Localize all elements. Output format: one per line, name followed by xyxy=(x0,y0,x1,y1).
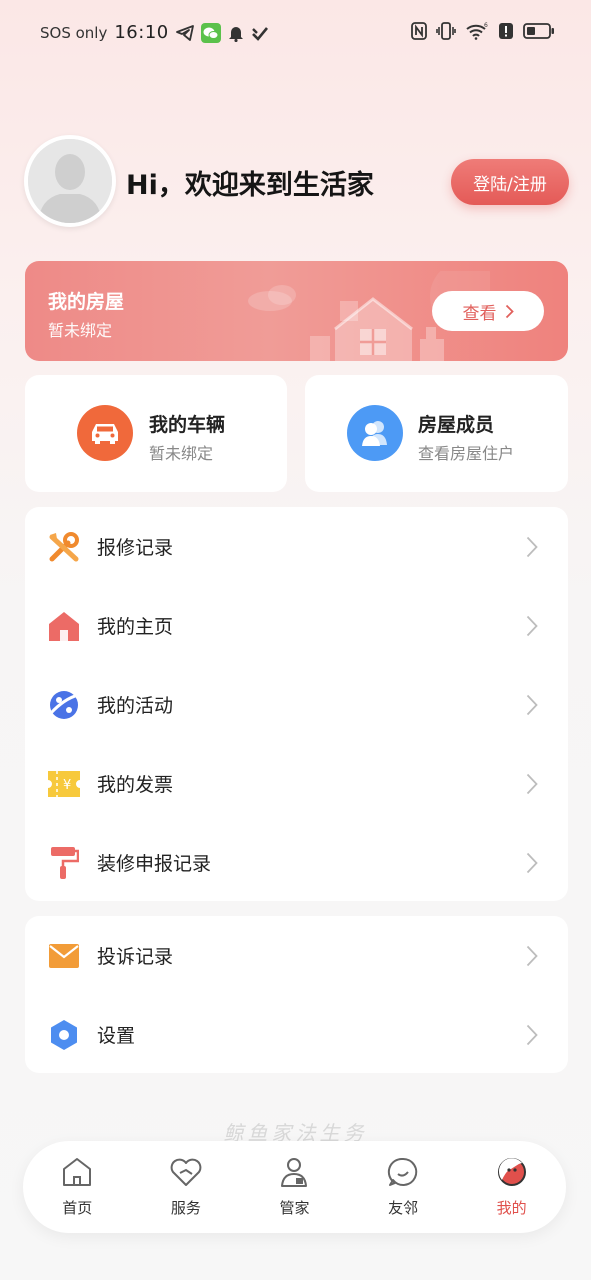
vibrate-icon xyxy=(436,22,456,40)
chevron-right-icon xyxy=(526,1024,538,1045)
wechat-icon xyxy=(200,22,221,43)
menu-label: 我的发票 xyxy=(97,774,174,796)
tab-service[interactable]: 服务 xyxy=(132,1141,241,1233)
menu-item-settings[interactable]: 设置 xyxy=(25,995,568,1074)
wifi-icon: 6 xyxy=(466,22,488,40)
me-tab-icon xyxy=(495,1155,529,1189)
battery-icon xyxy=(523,23,554,39)
tab-label: 服务 xyxy=(170,1199,201,1217)
mail-icon xyxy=(47,939,81,973)
house-status: 暂未绑定 xyxy=(48,321,113,340)
chevron-right-icon xyxy=(526,773,538,794)
members-icon xyxy=(347,405,403,461)
menu-item-my-homepage[interactable]: 我的主页 xyxy=(25,586,568,665)
profile-header: Hi，欢迎来到生活家 登陆/注册 xyxy=(24,135,569,227)
menu-label: 投诉记录 xyxy=(97,946,174,968)
home-tab-icon xyxy=(60,1155,94,1189)
tab-label: 友邻 xyxy=(388,1199,419,1217)
menu-label: 装修申报记录 xyxy=(97,853,212,875)
wrench-icon xyxy=(47,530,81,564)
chevron-right-icon xyxy=(526,615,538,636)
tab-label: 首页 xyxy=(62,1199,93,1217)
chevron-right-icon xyxy=(526,945,538,966)
view-label: 查看 xyxy=(462,303,497,324)
clock: 16:10 xyxy=(114,22,169,43)
my-house-card[interactable]: 我的房屋 暂未绑定 查看 xyxy=(25,261,568,361)
tab-butler[interactable]: 管家 xyxy=(240,1141,349,1233)
svg-text:6: 6 xyxy=(484,22,488,29)
chevron-right-icon xyxy=(526,694,538,715)
primary-menu: 报修记录 我的主页 我的活动 ¥ 我的发票 装修申报记录 xyxy=(25,507,568,901)
menu-item-renovation-records[interactable]: 装修申报记录 xyxy=(25,823,568,902)
greeting-title: Hi，欢迎来到生活家 xyxy=(126,170,374,201)
my-vehicle-card[interactable]: 我的车辆 暂未绑定 xyxy=(25,375,287,492)
car-icon xyxy=(77,405,133,461)
login-register-button[interactable]: 登陆/注册 xyxy=(451,159,569,205)
members-subtitle: 查看房屋住户 xyxy=(418,444,515,463)
check-icon xyxy=(251,26,268,41)
menu-label: 我的主页 xyxy=(97,616,174,638)
service-tab-icon xyxy=(169,1155,203,1189)
menu-label: 设置 xyxy=(97,1025,136,1047)
chevron-right-icon xyxy=(505,304,514,318)
home-icon xyxy=(47,609,81,643)
svg-text:¥: ¥ xyxy=(63,778,71,793)
members-title: 房屋成员 xyxy=(418,414,495,436)
telegram-icon xyxy=(175,24,194,41)
menu-item-my-activities[interactable]: 我的活动 xyxy=(25,665,568,744)
settings-icon xyxy=(47,1018,81,1052)
invoice-icon: ¥ xyxy=(47,767,81,801)
default-avatar-icon xyxy=(28,139,112,223)
butler-tab-icon xyxy=(277,1155,311,1189)
vehicle-status: 暂未绑定 xyxy=(149,444,214,463)
tab-label: 管家 xyxy=(279,1199,310,1217)
menu-item-my-invoices[interactable]: ¥ 我的发票 xyxy=(25,744,568,823)
secondary-menu: 投诉记录 设置 xyxy=(25,916,568,1073)
menu-label: 我的活动 xyxy=(97,695,174,717)
house-title: 我的房屋 xyxy=(48,291,125,313)
activity-icon xyxy=(47,688,81,722)
tab-me[interactable]: 我的 xyxy=(457,1141,566,1233)
paint-roller-icon xyxy=(47,846,81,880)
bell-icon xyxy=(228,26,243,42)
avatar[interactable] xyxy=(24,135,116,227)
nfc-icon xyxy=(411,22,427,40)
house-members-card[interactable]: 房屋成员 查看房屋住户 xyxy=(305,375,568,492)
tab-home[interactable]: 首页 xyxy=(23,1141,132,1233)
menu-label: 报修记录 xyxy=(97,537,174,559)
chevron-right-icon xyxy=(526,852,538,873)
menu-item-complaint-records[interactable]: 投诉记录 xyxy=(25,916,568,995)
vehicle-title: 我的车辆 xyxy=(149,414,226,436)
network-status: SOS only xyxy=(40,23,108,42)
bottom-tab-bar: 首页 服务 管家 友邻 我的 xyxy=(23,1141,566,1233)
tab-neighbor[interactable]: 友邻 xyxy=(349,1141,458,1233)
view-house-button[interactable]: 查看 xyxy=(432,291,544,331)
alert-icon xyxy=(499,23,513,39)
neighbor-tab-icon xyxy=(386,1155,420,1189)
status-bar: SOS only 16:10 6 xyxy=(0,0,591,66)
tab-label: 我的 xyxy=(496,1199,527,1217)
menu-item-repair-records[interactable]: 报修记录 xyxy=(25,507,568,586)
chevron-right-icon xyxy=(526,536,538,557)
